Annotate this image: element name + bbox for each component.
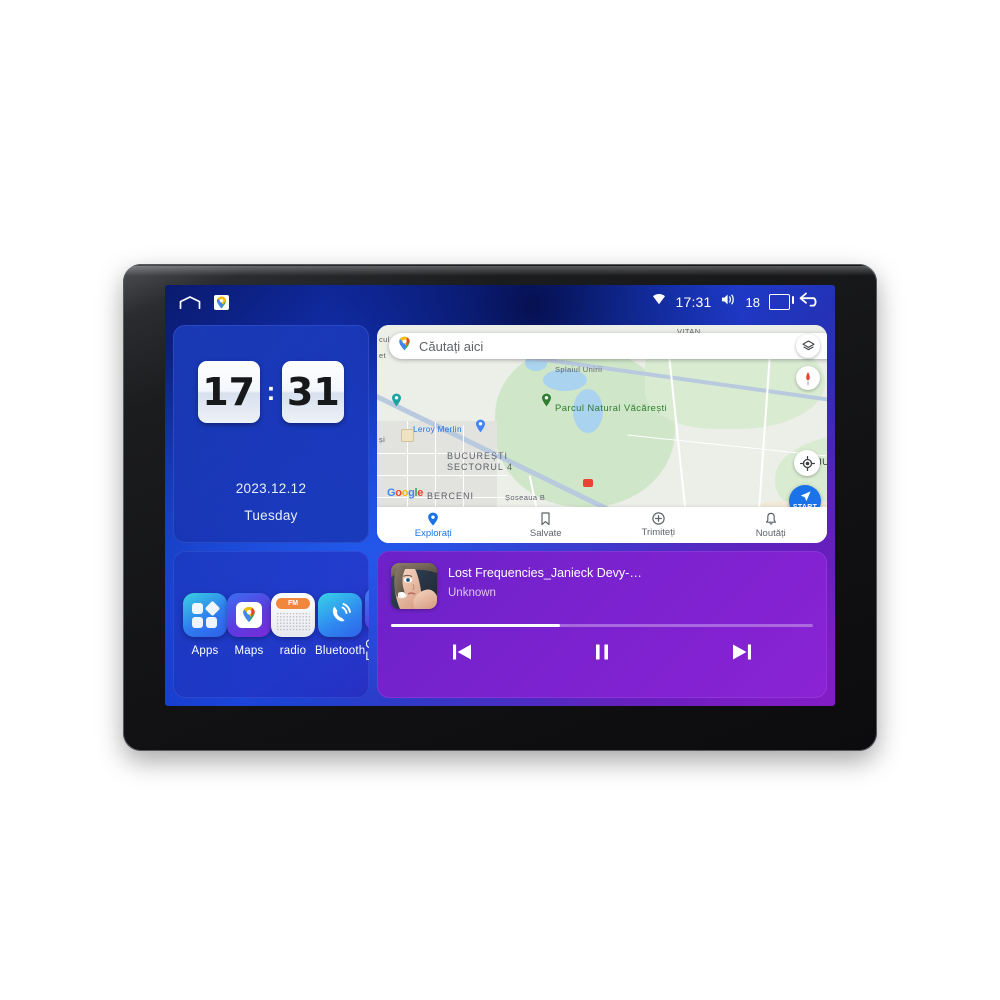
home-screen: 17 : 31 2023.12.12 Tuesday VITAN Splaiul… [165,319,835,706]
map-label: cul [379,335,390,344]
map-landmark-marker [401,429,414,442]
map-nav-saved[interactable]: Salvate [490,511,603,539]
volume-level: 18 [745,294,760,310]
maps-pin-icon [227,592,271,637]
map-search-bar[interactable]: Căutați aici [389,333,827,359]
map-poi-pin-park[interactable] [541,393,552,407]
app-dock: Apps Maps FM radio Bluetooth L [173,551,369,698]
map-layers-button[interactable] [796,334,820,358]
map-nav-explore-label: Explorați [414,527,452,539]
wifi-icon [652,293,666,311]
map-my-location-button[interactable] [794,450,820,476]
dock-app-apps[interactable]: Apps [183,592,227,657]
device-screen: 17:31 18 17: 31 2023.12.12 Tuesday VITA… [165,285,835,706]
map-poi-pin-leroy[interactable] [475,419,486,433]
fm-radio-icon: FM [271,592,315,637]
dock-app-label: Car Link 2.0 [365,639,369,663]
clock-weekday: Tuesday [244,508,298,523]
status-time: 17:31 [675,294,712,310]
music-player-widget[interactable]: Lost Frequencies_Janieck Devy-… Unknown [377,551,827,698]
maps-pin-icon [398,336,411,356]
track-title: Lost Frequencies_Janieck Devy-… [448,566,642,580]
clock-widget[interactable]: 17 : 31 2023.12.12 Tuesday [173,325,369,543]
recents-icon[interactable] [769,294,794,310]
map-nav-updates[interactable]: Noutăți [715,512,828,539]
google-attribution: Google [387,487,424,499]
back-icon[interactable] [799,292,821,312]
page-root: 17:31 18 17: 31 2023.12.12 Tuesday VITA… [0,0,1000,1000]
map-poi-pin-3[interactable] [391,393,402,407]
dock-app-bluetooth[interactable]: Bluetooth [315,592,366,657]
apps-grid-icon [183,592,227,637]
map-label: Șoseaua B [505,493,546,502]
status-bar-right: 17:31 18 [652,292,821,312]
dock-app-carlink[interactable]: Car Link 2.0 [365,586,369,663]
car-link-icon [365,586,369,631]
map-label: BERCENI [427,491,475,501]
home-icon[interactable] [179,295,201,309]
volume-icon[interactable] [721,293,737,311]
map-label: Splaiul Unirii [555,365,603,374]
map-label: Parcul Natural Văcărești [555,403,668,414]
map-nav-saved-label: Salvate [529,527,562,539]
map-label: Leroy Merlin [413,425,462,434]
map-nav-contribute[interactable]: Trimiteți [602,512,715,538]
previous-track-icon[interactable] [450,641,474,663]
map-label: et [379,351,387,360]
status-bar-left [179,294,229,310]
clock-hours: 17 [197,361,260,423]
dock-app-radio[interactable]: FM radio [271,592,315,657]
map-nav-updates-label: Noutăți [755,527,786,539]
flip-clock: 17 : 31 [197,361,345,423]
playback-progress-bar[interactable] [391,624,813,627]
track-artist: Unknown [448,587,496,599]
pause-icon[interactable] [591,641,613,663]
dock-app-label: Bluetooth [315,644,366,657]
map-nav-explore[interactable]: Explorați [377,512,490,539]
album-art [391,563,437,609]
clock-colon: : [266,376,276,406]
clock-minutes: 31 [282,361,345,423]
car-head-unit-device: 17:31 18 17: 31 2023.12.12 Tuesday VITA… [123,264,877,751]
map-label: și [379,435,386,444]
maps-icon[interactable] [214,294,229,310]
map-road [377,475,507,477]
dock-app-maps[interactable]: Maps [227,592,271,657]
clock-date: 2023.12.12 [235,481,307,496]
map-nav-contribute-label: Trimiteți [641,527,675,538]
playback-controls [391,641,813,663]
bluetooth-phone-icon [318,592,363,637]
map-label: SECTORUL 4 [447,462,514,472]
dock-app-label: Apps [191,644,219,657]
status-bar: 17:31 18 [165,285,835,319]
map-label: BUCUREȘTI [447,451,509,461]
track-meta: Lost Frequencies_Janieck Devy-… Unknown [448,563,813,599]
dock-app-label: Maps [234,644,264,657]
map-search-placeholder[interactable]: Căutați aici [419,339,827,354]
playback-progress-fill [391,624,560,627]
dock-app-label: radio [279,644,307,657]
map-compass-icon[interactable] [796,366,820,390]
fm-badge: FM [276,597,310,609]
map-bottom-nav: Explorați Salvate Trimiteți Noutăți [377,507,827,543]
map-shield-marker [583,479,593,487]
maps-widget[interactable]: UZANAVITANSplaiul UniriiUniriiTRAPEZULUI… [377,325,827,543]
next-track-icon[interactable] [730,641,754,663]
music-player-header: Lost Frequencies_Janieck Devy-… Unknown [391,563,813,609]
radio-grille [276,611,310,632]
